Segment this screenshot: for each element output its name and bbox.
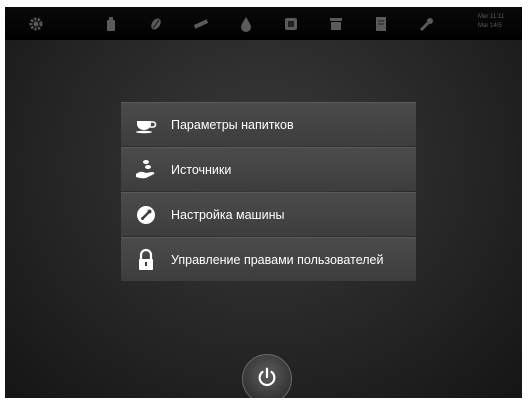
power-icon — [256, 366, 278, 393]
gear-icon[interactable] — [27, 15, 45, 33]
menu-item-label: Источники — [171, 162, 232, 177]
menu-item-user-rights[interactable]: Управление правами пользователей — [121, 237, 416, 281]
menu-item-label: Параметры напитков — [171, 117, 294, 132]
clock-line-time: Mer 11:11 — [478, 14, 505, 20]
menu-item-beverage-parameters[interactable]: Параметры напитков — [121, 102, 416, 146]
top-toolbar: Mer 11:11 Mar 14/5 — [5, 7, 522, 40]
cup-stack-icon[interactable] — [327, 15, 345, 33]
cup-icon — [121, 103, 171, 147]
machine-settings-icon — [121, 193, 171, 237]
menu-item-machine-settings[interactable]: Настройка машины — [121, 192, 416, 236]
date-time-readout: Mer 11:11 Mar 14/5 — [478, 13, 518, 31]
lock-icon — [121, 238, 171, 282]
dispenser-icon[interactable] — [192, 15, 210, 33]
wrench-icon[interactable] — [418, 15, 436, 33]
document-icon[interactable] — [372, 15, 390, 33]
touch-screen: Mer 11:11 Mar 14/5 Параметры напитков Ис… — [5, 7, 522, 398]
menu-item-sources[interactable]: Источники — [121, 147, 416, 191]
menu-item-label: Управление правами пользователей — [171, 252, 384, 267]
clock-line-date: Mar 14/5 — [478, 23, 502, 29]
bean-icon[interactable] — [147, 15, 165, 33]
main-menu: Параметры напитков Источники Настройка м… — [121, 102, 416, 282]
filter-icon[interactable] — [282, 15, 300, 33]
hand-beans-icon — [121, 148, 171, 192]
power-button[interactable] — [242, 354, 292, 398]
menu-item-label: Настройка машины — [171, 207, 285, 222]
drop-icon[interactable] — [237, 15, 255, 33]
bottle-icon[interactable] — [102, 15, 120, 33]
